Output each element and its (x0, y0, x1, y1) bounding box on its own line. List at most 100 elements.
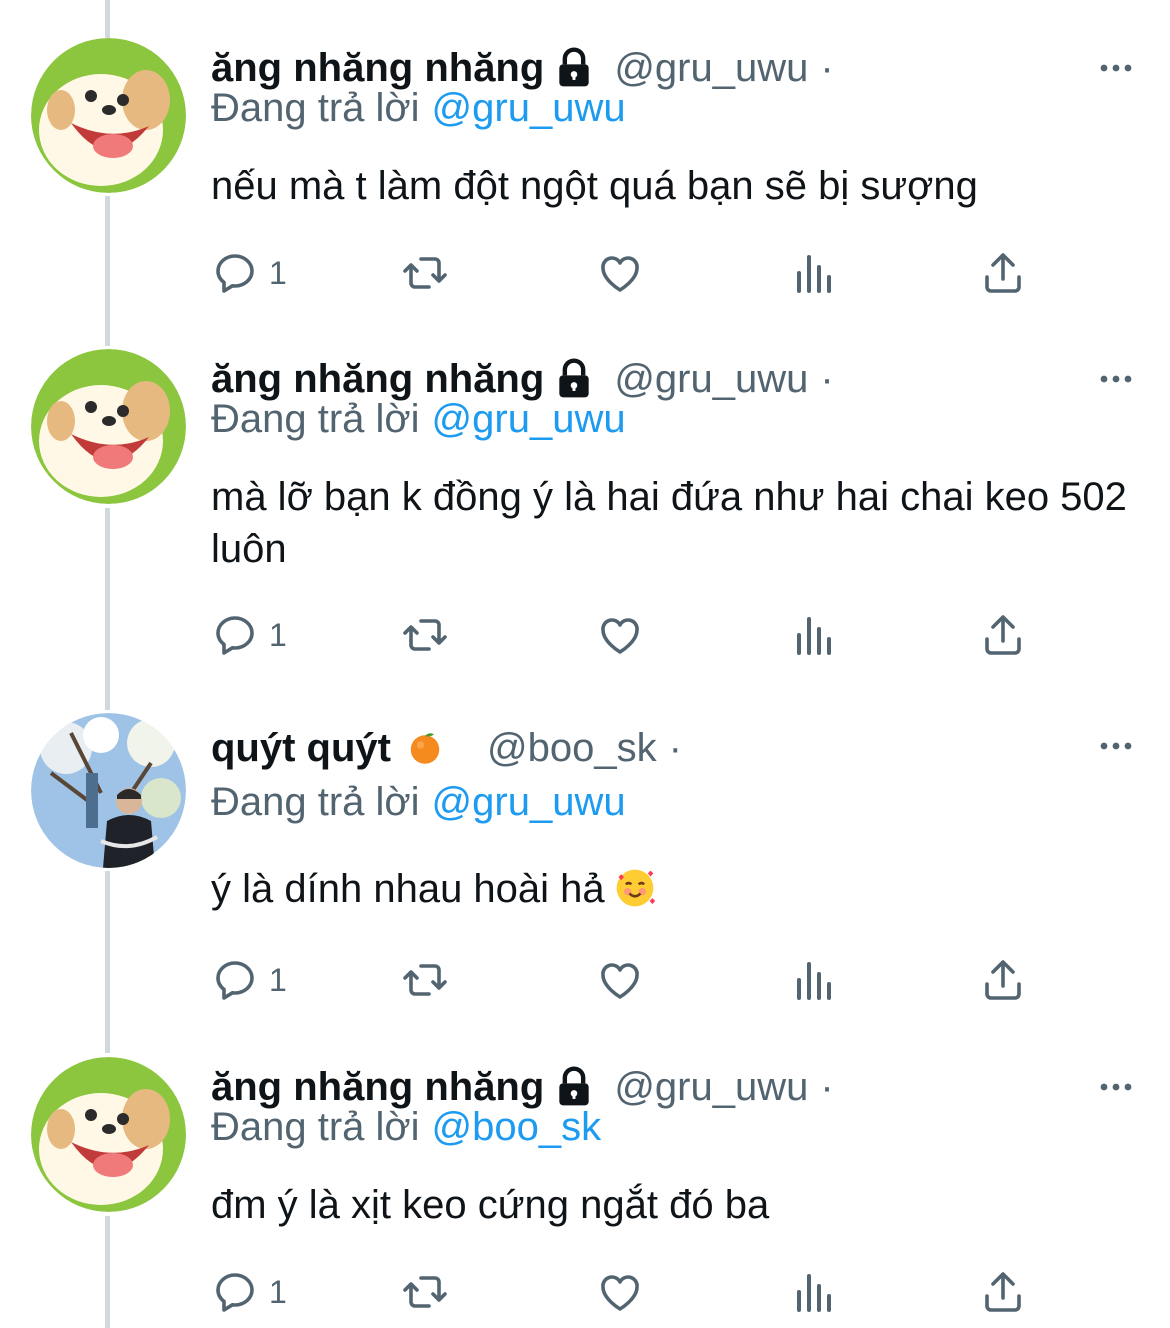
action-bar: 1 (211, 950, 1041, 1010)
tweet[interactable]: quýt quýt @boo_sk · Đang trả lời @gru_uwu… (0, 713, 1170, 1038)
display-name[interactable]: ăng nhăng nhăng (211, 46, 544, 91)
replying-to: Đang trả lời @gru_uwu (211, 780, 626, 825)
share-icon (985, 960, 1021, 1000)
action-bar: 1 (211, 605, 1041, 665)
user-handle[interactable]: @boo_sk (487, 726, 657, 771)
like-icon (601, 618, 639, 654)
dog-avatar-icon (31, 349, 186, 504)
analytics-button[interactable] (789, 243, 837, 303)
like-icon (601, 1275, 639, 1311)
analytics-button[interactable] (789, 1262, 837, 1322)
tweet[interactable]: ăng nhăng nhăng @gru_uwu · Đang trả lời @… (0, 38, 1170, 338)
tweet-text-container: ý là dính nhau hoài hả (211, 863, 1141, 915)
dog-avatar-icon (31, 38, 186, 193)
display-name[interactable]: ăng nhăng nhăng (211, 357, 544, 402)
share-button[interactable] (979, 950, 1027, 1010)
action-bar: 1 (211, 1262, 1041, 1322)
display-name[interactable]: quýt quýt (211, 726, 391, 771)
photo-avatar-icon (31, 713, 186, 868)
mention-link[interactable]: @boo_sk (432, 1105, 602, 1149)
separator-dot: · (668, 725, 682, 770)
user-handle[interactable]: @gru_uwu (614, 357, 808, 402)
reply-count: 1 (269, 616, 287, 653)
separator-dot: · (820, 1064, 834, 1109)
action-bar: 1 (211, 243, 1041, 303)
like-button[interactable] (596, 950, 644, 1010)
share-button[interactable] (979, 243, 1027, 303)
retweet-button[interactable] (401, 243, 449, 303)
thread-line (105, 0, 110, 38)
retweet-icon (403, 964, 447, 996)
share-button[interactable] (979, 605, 1027, 665)
retweet-icon (403, 619, 447, 651)
replying-prefix: Đang trả lời (211, 397, 420, 441)
tweet-text: nếu mà t làm đột ngột quá bạn sẽ bị sượn… (211, 164, 978, 208)
analytics-button[interactable] (789, 605, 837, 665)
user-handle[interactable]: @gru_uwu (614, 46, 808, 91)
more-options-icon[interactable] (1096, 726, 1136, 766)
tweet-text: ý là dính nhau hoài hả (211, 867, 605, 911)
reply-icon (216, 961, 254, 1000)
share-icon (985, 1272, 1021, 1312)
replying-prefix: Đang trả lời (211, 86, 420, 130)
analytics-icon (797, 962, 831, 1000)
retweet-icon (403, 1276, 447, 1308)
reply-icon (216, 1273, 254, 1312)
more-options-icon[interactable] (1096, 359, 1136, 399)
avatar[interactable] (31, 713, 186, 868)
tweet-text: đm ý là xịt keo cứng ngắt đó ba (211, 1183, 770, 1227)
share-icon (985, 253, 1021, 293)
display-name[interactable]: ăng nhăng nhăng (211, 1065, 544, 1110)
reply-count: 1 (269, 1273, 287, 1310)
like-icon (601, 256, 639, 292)
mention-link[interactable]: @gru_uwu (432, 397, 626, 441)
lock-icon (559, 358, 589, 398)
more-options-icon[interactable] (1096, 48, 1136, 88)
avatar[interactable] (31, 38, 186, 193)
retweet-button[interactable] (401, 605, 449, 665)
retweet-button[interactable] (401, 1262, 449, 1322)
replying-prefix: Đang trả lời (211, 780, 420, 824)
replying-to: Đang trả lời @gru_uwu (211, 397, 626, 442)
reply-count: 1 (269, 254, 287, 291)
like-button[interactable] (596, 243, 644, 303)
reply-count: 1 (269, 961, 287, 998)
mention-link[interactable]: @gru_uwu (432, 780, 626, 824)
reply-button[interactable]: 1 (211, 950, 287, 1010)
analytics-icon (797, 255, 831, 293)
smiling-face-with-hearts-emoji (616, 869, 655, 907)
separator-dot: · (820, 356, 834, 401)
retweet-button[interactable] (401, 950, 449, 1010)
reply-icon (216, 254, 254, 293)
retweet-icon (403, 257, 447, 289)
avatar[interactable] (31, 1057, 186, 1212)
like-button[interactable] (596, 1262, 644, 1322)
like-icon (601, 963, 639, 999)
replying-prefix: Đang trả lời (211, 1105, 420, 1149)
share-button[interactable] (979, 1262, 1027, 1322)
tweet[interactable]: ăng nhăng nhăng @gru_uwu · Đang trả lời @… (0, 1057, 1170, 1328)
tangerine-emoji (410, 733, 440, 764)
more-options-icon[interactable] (1096, 1067, 1136, 1107)
dog-avatar-icon (31, 1057, 186, 1212)
user-handle[interactable]: @gru_uwu (614, 1065, 808, 1110)
share-icon (985, 615, 1021, 655)
separator-dot: · (820, 45, 834, 90)
avatar[interactable] (31, 349, 186, 504)
replying-to: Đang trả lời @gru_uwu (211, 86, 626, 131)
analytics-icon (797, 1274, 831, 1312)
tweet[interactable]: ăng nhăng nhăng @gru_uwu · Đang trả lời @… (0, 349, 1170, 699)
analytics-button[interactable] (789, 950, 837, 1010)
reply-button[interactable]: 1 (211, 605, 287, 665)
tweet-text: mà lỡ bạn k đồng ý là hai đứa như hai ch… (211, 475, 1127, 571)
reply-button[interactable]: 1 (211, 243, 287, 303)
like-button[interactable] (596, 605, 644, 665)
replying-to: Đang trả lời @boo_sk (211, 1105, 601, 1150)
lock-icon (559, 47, 589, 87)
analytics-icon (797, 617, 831, 655)
reply-button[interactable]: 1 (211, 1262, 287, 1322)
lock-icon (559, 1066, 589, 1106)
reply-icon (216, 616, 254, 655)
mention-link[interactable]: @gru_uwu (432, 86, 626, 130)
tweet-header: quýt quýt @boo_sk · (211, 718, 682, 778)
